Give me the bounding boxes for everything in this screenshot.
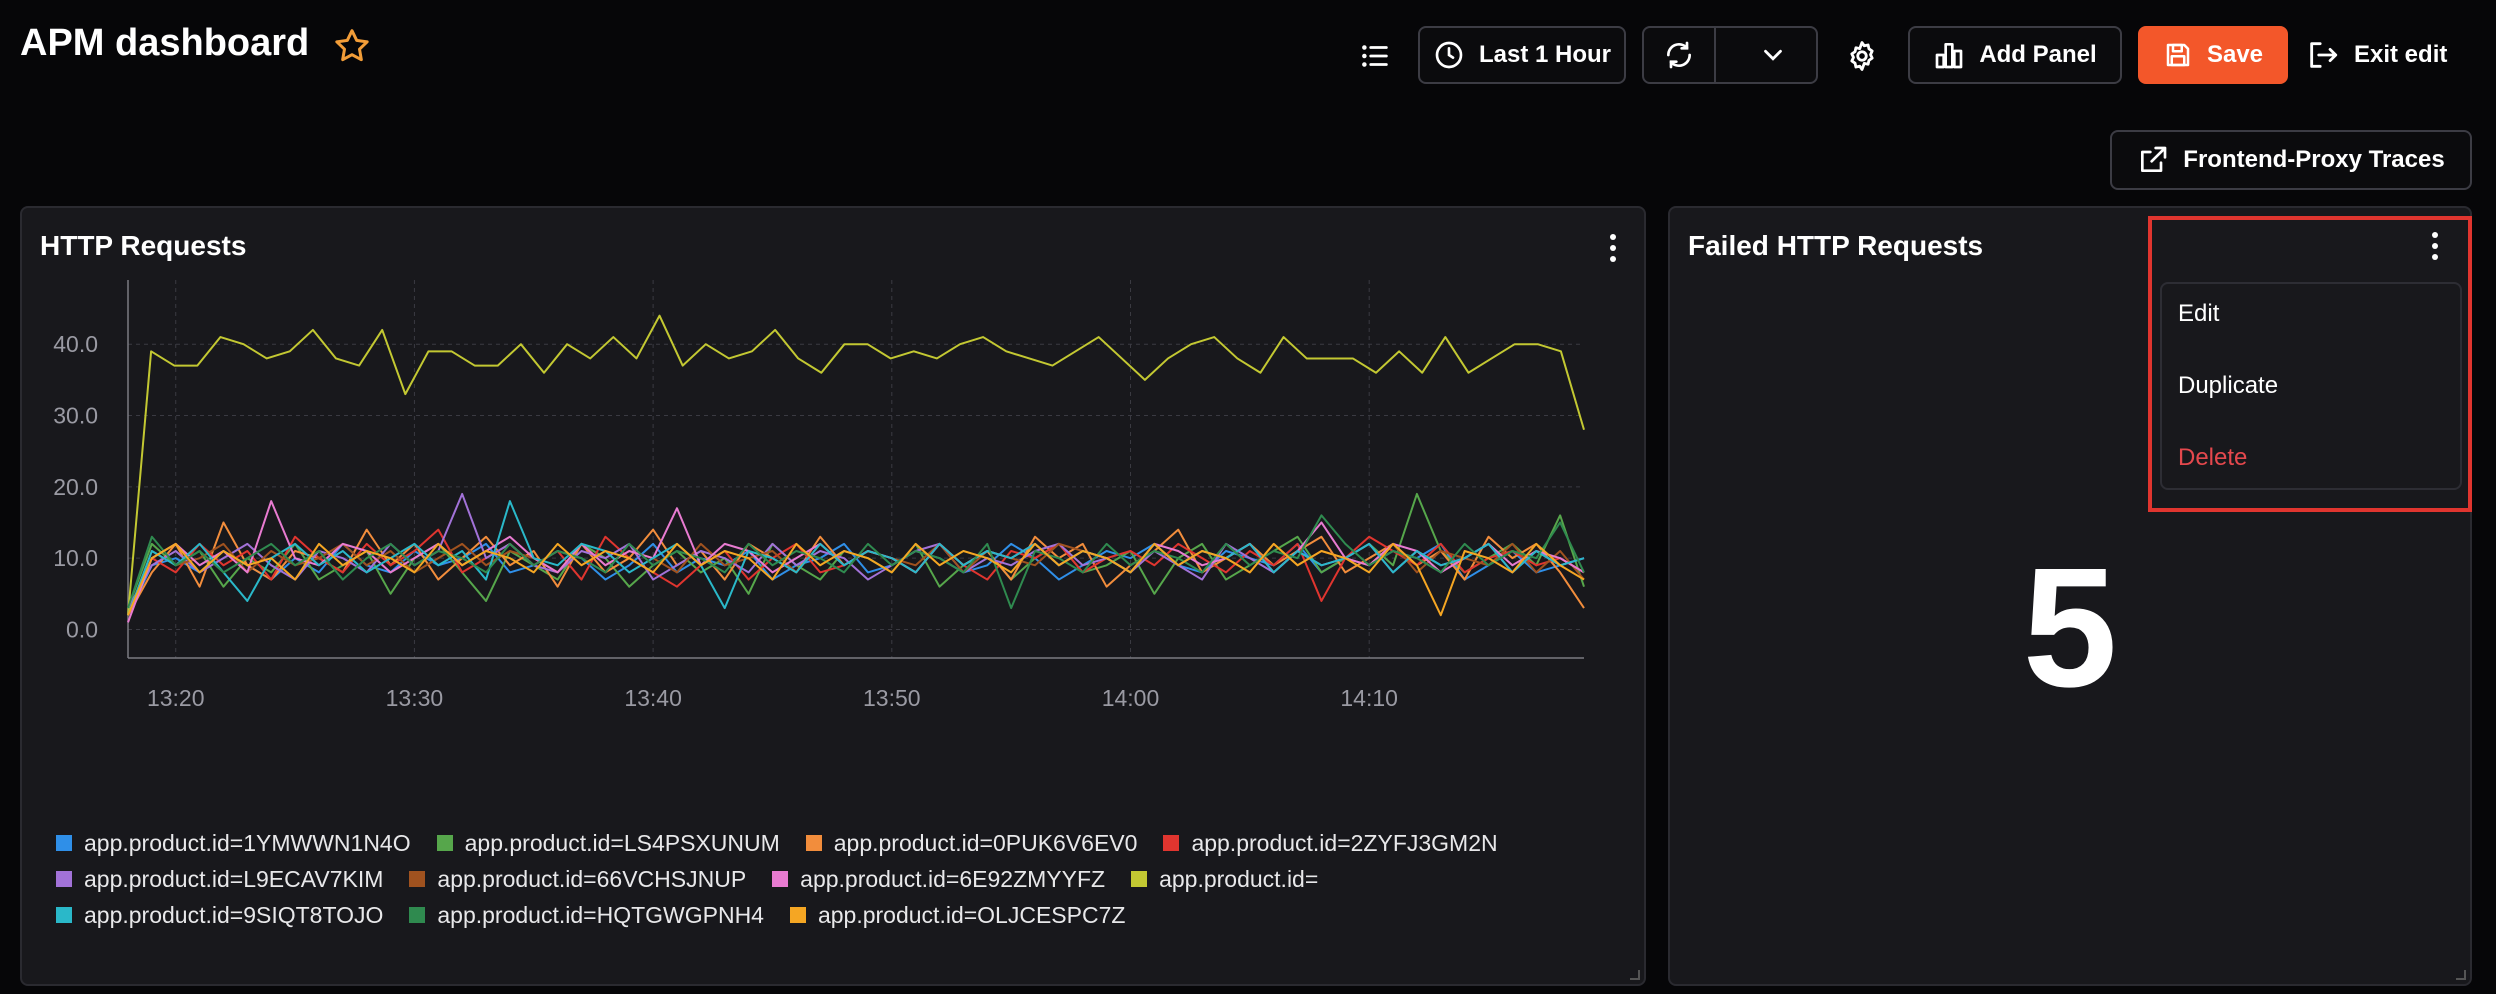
- legend-item[interactable]: app.product.id=9SIQT8TOJO: [56, 900, 383, 930]
- legend-swatch: [56, 835, 72, 851]
- legend-swatch: [805, 835, 822, 851]
- legend-swatch: [56, 907, 72, 923]
- panel-title: Failed HTTP Requests: [1688, 230, 1984, 261]
- stat-value: 5: [2022, 533, 2118, 723]
- http-requests-chart: 0.0 10.0 20.0 30.0 40.0 13:20 13:30 13:40 13:50 1…: [53, 280, 1585, 711]
- panel-title: HTTP Requests: [40, 230, 247, 261]
- series-line[interactable]: [127, 492, 1585, 609]
- page-title: APM dashboard: [20, 22, 310, 64]
- legend-label: app.product.id=2ZYFJ3GM2N: [1191, 829, 1498, 856]
- kebab-icon[interactable]: [1598, 230, 1628, 266]
- bar-chart-icon: [1935, 43, 1963, 69]
- legend-swatch: [409, 871, 426, 887]
- list-icon[interactable]: [1355, 36, 1395, 76]
- refresh-button-group: [1642, 26, 1818, 84]
- x-tick-label: 13:40: [624, 685, 682, 711]
- kebab-icon[interactable]: [2420, 228, 2450, 264]
- legend-item[interactable]: app.product.id=LS4PSXUNUM: [436, 828, 780, 858]
- x-tick-label: 13:30: [386, 685, 444, 711]
- y-tick-label: 0.0: [66, 616, 98, 642]
- exit-edit-button[interactable]: Exit edit: [2306, 26, 2447, 84]
- x-tick-label: 14:10: [1340, 685, 1398, 711]
- legend-swatch: [772, 871, 789, 887]
- y-tick-label: 10.0: [53, 545, 98, 571]
- menu-item-edit[interactable]: Edit: [2178, 300, 2219, 328]
- legend-swatch: [409, 907, 426, 923]
- save-button[interactable]: Save: [2138, 26, 2288, 84]
- legend-swatch: [1163, 835, 1180, 851]
- series-line[interactable]: [127, 492, 1585, 609]
- star-icon[interactable]: [332, 26, 372, 66]
- save-label: Save: [2206, 41, 2264, 68]
- menu-item-delete[interactable]: Delete: [2178, 444, 2247, 472]
- legend-item[interactable]: app.product.id=0PUK6V6EV0: [805, 828, 1138, 858]
- x-tick-label: 14:00: [1102, 685, 1160, 711]
- time-range-button[interactable]: Last 1 Hour: [1418, 26, 1626, 84]
- resize-handle[interactable]: [1630, 970, 1640, 980]
- legend-label: app.product.id=OLJCESPC7Z: [817, 901, 1126, 928]
- legend-label: app.product.id=HQTGWGPNH4: [437, 901, 764, 928]
- save-icon: [2166, 43, 2190, 67]
- time-range-label: Last 1 Hour: [1478, 41, 1612, 68]
- refresh-icon: [1666, 41, 1691, 69]
- legend-label: app.product.id=L9ECAV7KIM: [84, 865, 384, 892]
- legend-swatch: [1131, 871, 1148, 887]
- legend-swatch: [789, 907, 806, 923]
- clock-icon: [1435, 41, 1463, 69]
- add-panel-label: Add Panel: [1979, 41, 2097, 68]
- traces-link-label: Frontend-Proxy Traces: [2183, 146, 2445, 173]
- legend-swatch: [56, 871, 72, 887]
- legend-item[interactable]: app.product.id=HQTGWGPNH4: [409, 900, 764, 930]
- y-tick-label: 20.0: [53, 474, 98, 500]
- legend-swatch: [436, 835, 453, 851]
- legend-item[interactable]: app.product.id=6E92ZMYYFZ: [772, 864, 1105, 894]
- menu-item-duplicate[interactable]: Duplicate: [2178, 372, 2278, 400]
- legend-item[interactable]: app.product.id=L9ECAV7KIM: [56, 864, 383, 894]
- legend-label: app.product.id=6E92ZMYYFZ: [800, 865, 1106, 892]
- refresh-interval-dropdown[interactable]: [1730, 28, 1816, 82]
- legend-item[interactable]: app.product.id=66VCHSJNUP: [409, 864, 746, 894]
- legend-label: app.product.id=LS4PSXUNUM: [464, 829, 780, 856]
- external-link-icon: [2141, 146, 2167, 172]
- http-requests-panel: HTTP Requests 0.0 10.0 20.0 30.0 40.0 13:20 13…: [20, 206, 1646, 986]
- x-tick-label: 13:50: [863, 685, 921, 711]
- legend-label: app.product.id=1YMWWN1N4O: [84, 829, 411, 856]
- legend-label: app.product.id=66VCHSJNUP: [437, 865, 747, 892]
- legend-label: app.product.id=9SIQT8TOJO: [84, 901, 384, 928]
- legend-item[interactable]: app.product.id=1YMWWN1N4O: [56, 828, 411, 858]
- panel-context-menu: Edit Duplicate Delete: [2160, 282, 2462, 490]
- frontend-proxy-traces-link[interactable]: Frontend-Proxy Traces: [2110, 130, 2472, 190]
- chart-legend: app.product.id=1YMWWN1N4O app.product.id=…: [56, 828, 1616, 930]
- refresh-button[interactable]: [1644, 28, 1716, 82]
- legend-item[interactable]: app.product.id=: [1131, 864, 1318, 894]
- legend-item[interactable]: app.product.id=2ZYFJ3GM2N: [1163, 828, 1498, 858]
- legend-label: app.product.id=0PUK6V6EV0: [833, 829, 1138, 856]
- series-line[interactable]: [127, 514, 1585, 610]
- legend-item[interactable]: app.product.id=OLJCESPC7Z: [789, 900, 1126, 930]
- exit-edit-label: Exit edit: [2354, 41, 2448, 68]
- x-tick-label: 13:20: [147, 685, 205, 711]
- gear-icon[interactable]: [1842, 36, 1882, 76]
- add-panel-button[interactable]: Add Panel: [1908, 26, 2122, 84]
- exit-icon: [2310, 42, 2338, 68]
- resize-handle[interactable]: [2456, 970, 2466, 980]
- series-line[interactable]: [127, 528, 1585, 616]
- legend-label: app.product.id=: [1159, 865, 1319, 892]
- y-tick-label: 30.0: [53, 403, 98, 429]
- y-tick-label: 40.0: [53, 331, 98, 357]
- chevron-down-icon: [1763, 49, 1782, 61]
